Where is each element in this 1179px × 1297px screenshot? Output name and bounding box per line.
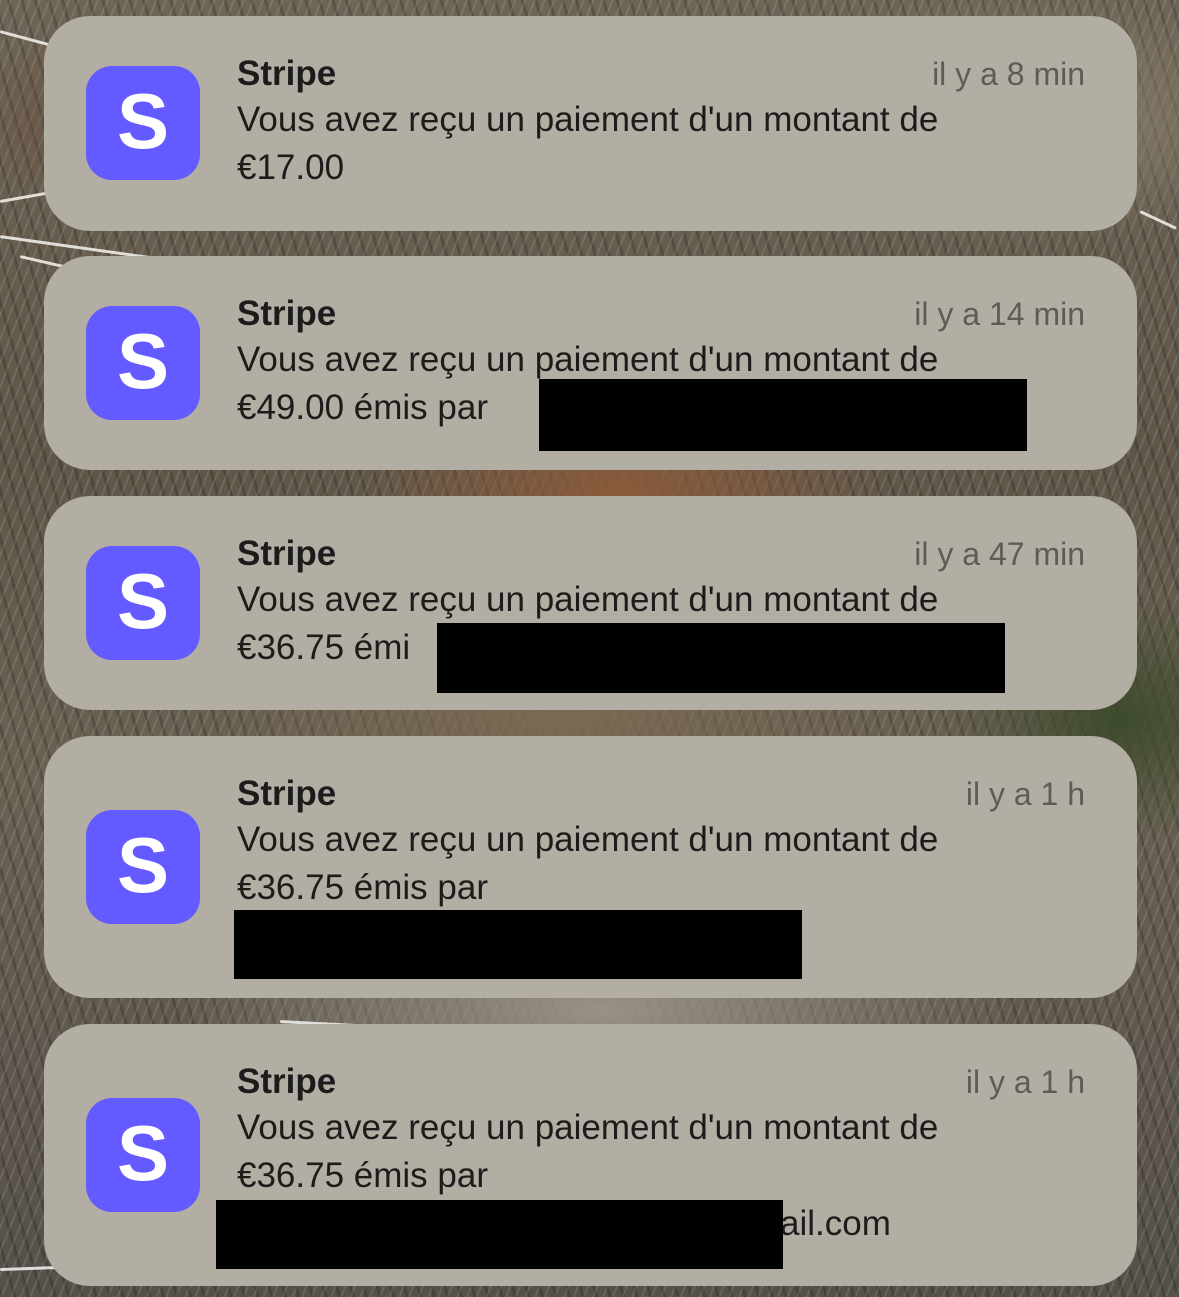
redaction-box [216, 1200, 783, 1269]
app-name: Stripe [237, 54, 337, 93]
stripe-app-icon: S [86, 546, 200, 660]
notification-time: il y a 1 h [965, 776, 1085, 812]
notification-message-line-1: Vous avez reçu un paiement d'un montant … [237, 1108, 939, 1147]
stripe-app-icon: S [86, 810, 200, 924]
notification-time: il y a 47 min [914, 536, 1085, 572]
notification-message-line-1: Vous avez reçu un paiement d'un montant … [237, 100, 939, 139]
notification-message-line-2: €36.75 émis par [237, 868, 488, 907]
app-name: Stripe [237, 1062, 337, 1101]
redaction-box [539, 379, 1027, 451]
svg-text:S: S [117, 1118, 169, 1192]
svg-text:S: S [117, 566, 169, 640]
notification-message-line-2: €36.75 émi [237, 628, 411, 667]
stripe-app-icon: S [86, 1098, 200, 1212]
notification-message-line-1: Vous avez reçu un paiement d'un montant … [237, 340, 939, 379]
notification-card[interactable]: S Stripe il y a 14 min Vous avez reçu un… [44, 256, 1137, 470]
stripe-logo-icon: S [117, 86, 169, 160]
notification-card[interactable]: S Stripe il y a 8 min Vous avez reçu un … [44, 16, 1137, 231]
notification-time: il y a 1 h [965, 1064, 1085, 1100]
redaction-box [437, 623, 1005, 693]
stripe-app-icon: S [86, 306, 200, 420]
notification-time: il y a 8 min [932, 56, 1085, 92]
notification-card[interactable]: S Stripe il y a 1 h Vous avez reçu un pa… [44, 736, 1137, 998]
svg-text:S: S [117, 830, 169, 904]
stripe-logo-icon: S [117, 566, 169, 640]
redaction-box [234, 910, 802, 979]
notification-message-line-1: Vous avez reçu un paiement d'un montant … [237, 820, 939, 859]
stripe-app-icon: S [86, 66, 200, 180]
background-whisker [0, 191, 50, 203]
svg-text:S: S [117, 326, 169, 400]
notification-time: il y a 14 min [914, 296, 1085, 332]
notification-message-line-2: €36.75 émis par [237, 1156, 488, 1195]
stripe-logo-icon: S [117, 1118, 169, 1192]
notification-message-line-2: €17.00 [237, 148, 345, 187]
stripe-logo-icon: S [117, 830, 169, 904]
stripe-logo-icon: S [117, 326, 169, 400]
svg-text:S: S [117, 86, 169, 160]
notification-card[interactable]: S Stripe il y a 47 min Vous avez reçu un… [44, 496, 1137, 710]
app-name: Stripe [237, 534, 337, 573]
notification-card[interactable]: S Stripe il y a 1 h Vous avez reçu un pa… [44, 1024, 1137, 1286]
app-name: Stripe [237, 774, 337, 813]
notification-message-line-2: €49.00 émis par [237, 388, 488, 427]
notification-message-line-3: ail.com [780, 1204, 891, 1243]
notification-message-line-1: Vous avez reçu un paiement d'un montant … [237, 580, 939, 619]
app-name: Stripe [237, 294, 337, 333]
background-whisker [1139, 210, 1177, 230]
